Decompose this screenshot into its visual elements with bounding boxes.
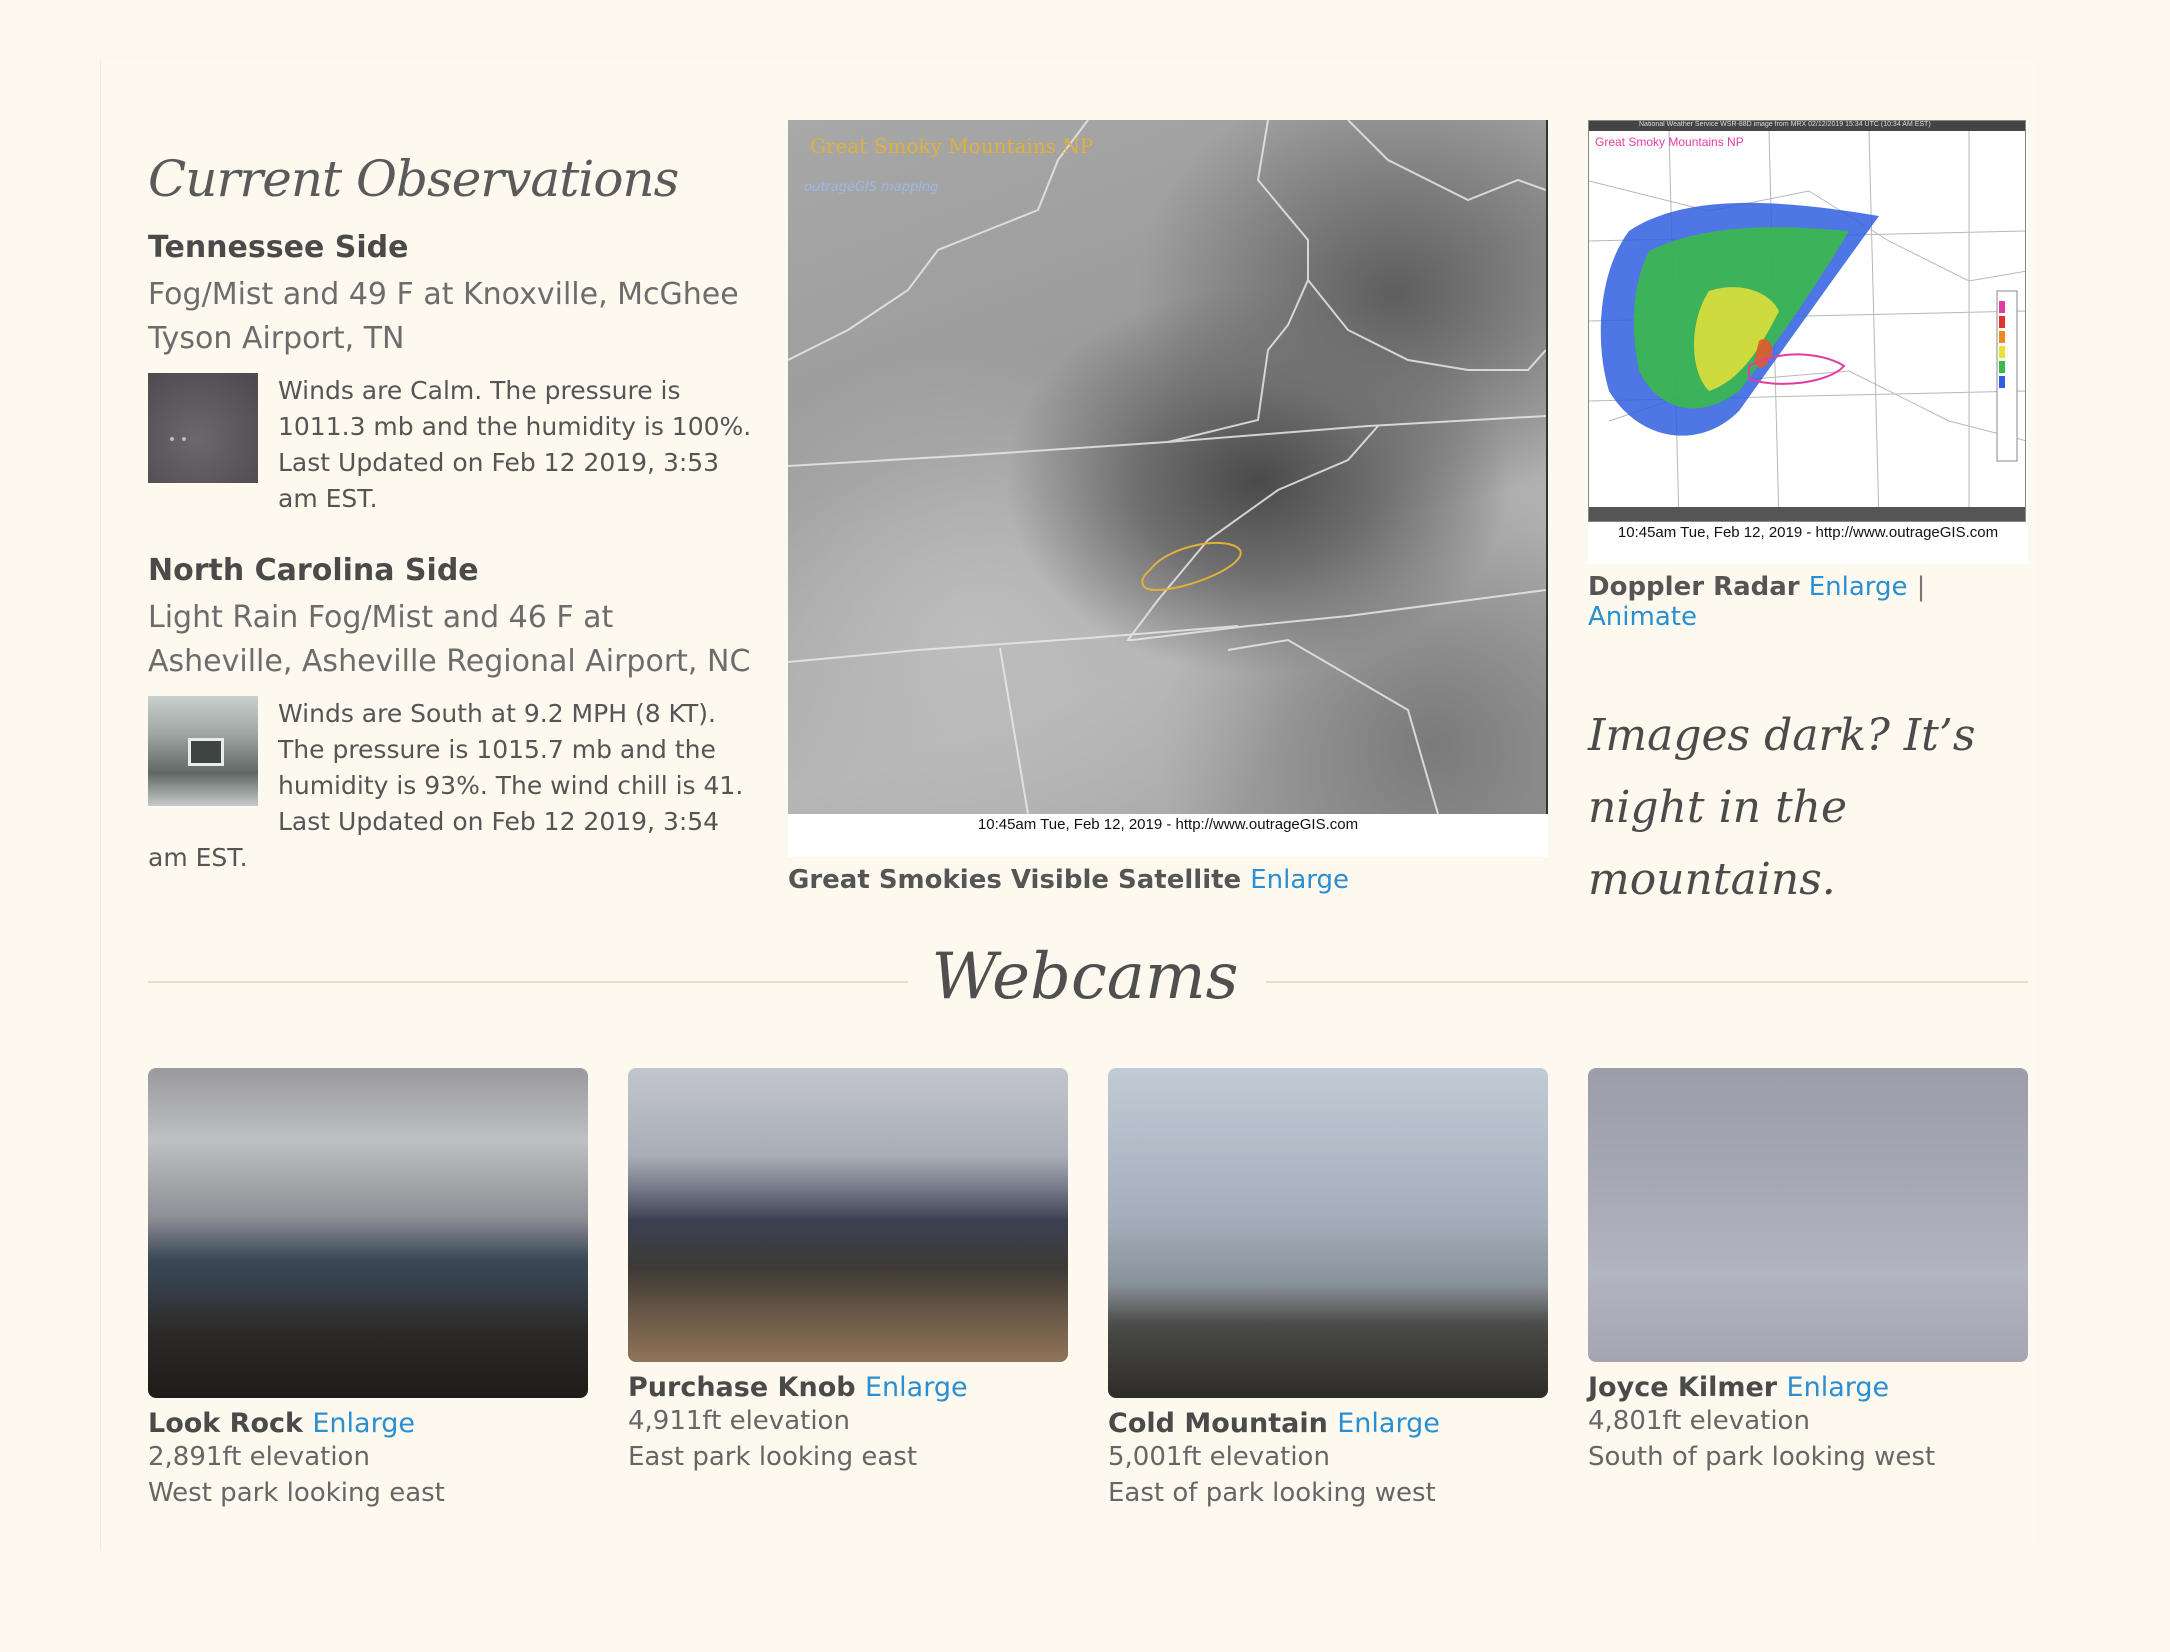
tennessee-detail-block: Winds are Calm. The pressure is 1011.3 m… [148, 373, 758, 517]
satellite-caption-line: Great Smokies Visible Satellite Enlarge [788, 865, 1548, 895]
webcam-name: Look Rock [148, 1408, 303, 1439]
radar-timestamp: 10:45am Tue, Feb 12, 2019 - http://www.o… [1617, 524, 1999, 541]
webcam-image-purchase-knob[interactable] [628, 1068, 1068, 1362]
radar-link-separator: | [1916, 572, 1926, 602]
webcam-name-line: Purchase Knob Enlarge [628, 1372, 1068, 1403]
webcam-name-line: Cold Mountain Enlarge [1108, 1408, 1548, 1439]
north-carolina-weather-thumbnail[interactable] [148, 696, 258, 806]
radar-caption: Doppler Radar [1588, 572, 1800, 602]
satellite-image-frame[interactable]: Great Smoky Mountains NP outrageGIS mapp… [788, 120, 1548, 857]
webcam-elevation: 4,911ft elevation [628, 1406, 850, 1436]
satellite-enlarge-link[interactable]: Enlarge [1250, 865, 1349, 895]
webcam-elevation: 4,801ft elevation [1588, 1406, 1810, 1436]
satellite-overlay-title: Great Smoky Mountains NP [810, 134, 1094, 158]
webcam-view: West park looking east [148, 1478, 445, 1508]
satellite-block: Great Smoky Mountains NP outrageGIS mapp… [788, 120, 1548, 895]
webcam-card-joyce-kilmer: Joyce Kilmer Enlarge 4,801ft elevation S… [1588, 1068, 2028, 1475]
webcam-name-line: Look Rock Enlarge [148, 1408, 588, 1439]
webcam-enlarge-link[interactable]: Enlarge [1337, 1408, 1440, 1439]
webcam-name-line: Joyce Kilmer Enlarge [1588, 1372, 2028, 1403]
webcam-image-look-rock[interactable] [148, 1068, 588, 1398]
north-carolina-detail-block: Winds are South at 9.2 MPH (8 KT). The p… [148, 696, 758, 876]
webcam-enlarge-link[interactable]: Enlarge [865, 1372, 968, 1403]
webcam-view: South of park looking west [1588, 1442, 1936, 1472]
webcam-elevation: 2,891ft elevation [148, 1442, 370, 1472]
current-observations: Current Observations Tennessee Side Fog/… [148, 150, 758, 912]
north-carolina-heading: North Carolina Side [148, 553, 479, 588]
webcam-name: Purchase Knob [628, 1372, 856, 1403]
webcam-card-purchase-knob: Purchase Knob Enlarge 4,911ft elevation … [628, 1068, 1068, 1475]
radar-block: National Weather Service WSR-88D image f… [1588, 120, 2028, 632]
webcam-name: Cold Mountain [1108, 1408, 1328, 1439]
satellite-timestamp: 10:45am Tue, Feb 12, 2019 - http://www.o… [977, 816, 1359, 833]
observations-title: Current Observations [148, 150, 679, 208]
webcam-card-look-rock: Look Rock Enlarge 2,891ft elevation West… [148, 1068, 588, 1511]
tennessee-condition: Fog/Mist and 49 F at Knoxville, McGhee T… [148, 277, 739, 356]
radar-overlay-title: Great Smoky Mountains NP [1595, 135, 1744, 149]
satellite-image[interactable]: Great Smoky Mountains NP outrageGIS mapp… [788, 120, 1548, 814]
night-note: Images dark? It’s night in the mountains… [1588, 710, 1976, 905]
radar-image[interactable]: National Weather Service WSR-88D image f… [1588, 120, 2026, 522]
radar-enlarge-link[interactable]: Enlarge [1809, 572, 1908, 602]
satellite-overlay-subtitle: outrageGIS mapping [804, 180, 939, 195]
webcams-divider-right [1266, 981, 2028, 983]
satellite-caption: Great Smokies Visible Satellite [788, 865, 1242, 895]
webcam-card-cold-mountain: Cold Mountain Enlarge 5,001ft elevation … [1108, 1068, 1548, 1511]
webcam-enlarge-link[interactable]: Enlarge [312, 1408, 415, 1439]
radar-image-frame[interactable]: National Weather Service WSR-88D image f… [1588, 120, 2028, 564]
webcam-elevation: 5,001ft elevation [1108, 1442, 1330, 1472]
satellite-state-borders [788, 120, 1546, 814]
north-carolina-condition: Light Rain Fog/Mist and 46 F at Ashevill… [148, 600, 751, 679]
webcam-image-joyce-kilmer[interactable] [1588, 1068, 2028, 1362]
webcam-name: Joyce Kilmer [1588, 1372, 1778, 1403]
radar-map [1589, 130, 2025, 521]
tennessee-weather-thumbnail[interactable] [148, 373, 258, 483]
radar-caption-line: Doppler Radar Enlarge | Animate [1588, 572, 2028, 632]
webcam-view: East of park looking west [1108, 1478, 1436, 1508]
tennessee-heading: Tennessee Side [148, 230, 409, 265]
radar-animate-link[interactable]: Animate [1588, 602, 1697, 632]
webcam-image-cold-mountain[interactable] [1108, 1068, 1548, 1398]
webcams-title: Webcams [931, 940, 1239, 1014]
tennessee-detail: Winds are Calm. The pressure is 1011.3 m… [278, 376, 752, 513]
webcam-view: East park looking east [628, 1442, 918, 1472]
webcam-enlarge-link[interactable]: Enlarge [1787, 1372, 1890, 1403]
